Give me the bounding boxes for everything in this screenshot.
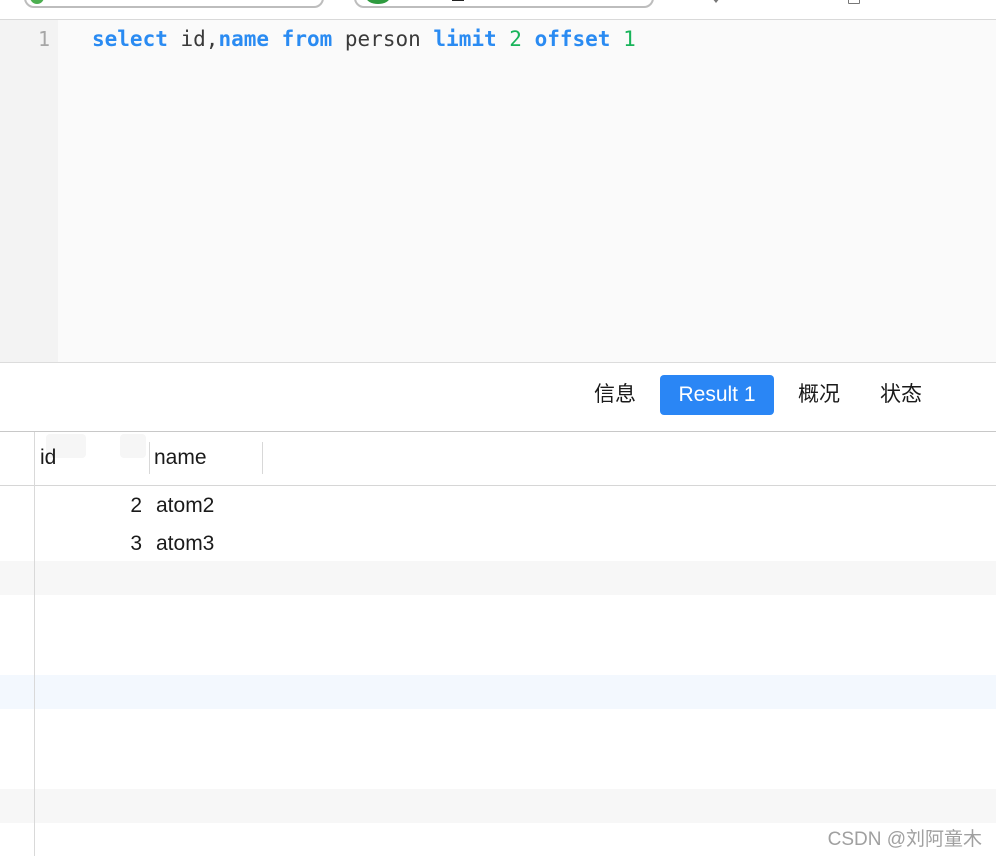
tab-status[interactable]: 状态 — [872, 375, 930, 415]
chevron-down-icon[interactable] — [712, 0, 720, 3]
text-cursor-icon — [452, 0, 464, 1]
column-resize-handle[interactable] — [262, 442, 263, 474]
column-resize-handle[interactable] — [149, 442, 150, 474]
cell-name[interactable]: atom3 — [156, 525, 356, 563]
empty-row-stripe — [0, 561, 996, 595]
tab-overview[interactable]: 概况 — [790, 375, 848, 415]
table-row[interactable]: 3 atom3 — [0, 525, 996, 563]
grid-header: id name — [0, 432, 996, 486]
result-tabs-bar: 信息 Result 1 概况 状态 — [0, 363, 996, 432]
keyword-limit: limit — [433, 27, 497, 51]
cell-id[interactable]: 2 — [40, 487, 142, 525]
row-header-divider — [34, 432, 35, 856]
table-row[interactable]: 2 atom2 — [0, 487, 996, 525]
database-selector[interactable] — [354, 0, 654, 8]
column-list: id, — [167, 27, 219, 51]
result-grid[interactable]: id name 2 atom2 3 atom3 — [0, 432, 996, 856]
table-name: person — [332, 27, 434, 51]
keyword-name: name — [218, 27, 270, 51]
connection-selector[interactable] — [24, 0, 324, 8]
tab-result-1[interactable]: Result 1 — [660, 375, 774, 415]
tab-info[interactable]: 信息 — [586, 375, 644, 415]
column-header-id[interactable]: id — [40, 442, 148, 474]
cell-id[interactable]: 3 — [40, 525, 142, 563]
lock-icon[interactable] — [848, 0, 860, 4]
sql-editor[interactable]: 1 select id,name from person limit 2 off… — [0, 20, 996, 363]
sql-code-line[interactable]: select id,name from person limit 2 offse… — [92, 27, 636, 51]
keyword-offset: offset — [534, 27, 611, 51]
navicat-query-window: 1 select id,name from person limit 2 off… — [0, 0, 996, 856]
keyword-select: select — [92, 27, 168, 51]
keyword-from: from — [281, 27, 333, 51]
limit-value: 2 — [509, 27, 522, 51]
line-number-gutter: 1 — [0, 20, 58, 362]
offset-value: 1 — [623, 27, 636, 51]
toolbar — [0, 0, 996, 20]
column-header-name[interactable]: name — [154, 442, 260, 474]
empty-row-stripe — [0, 789, 996, 823]
watermark: CSDN @刘阿童木 — [827, 829, 982, 850]
line-number: 1 — [37, 27, 50, 51]
empty-row-stripe — [0, 675, 996, 709]
cell-name[interactable]: atom2 — [156, 487, 356, 525]
